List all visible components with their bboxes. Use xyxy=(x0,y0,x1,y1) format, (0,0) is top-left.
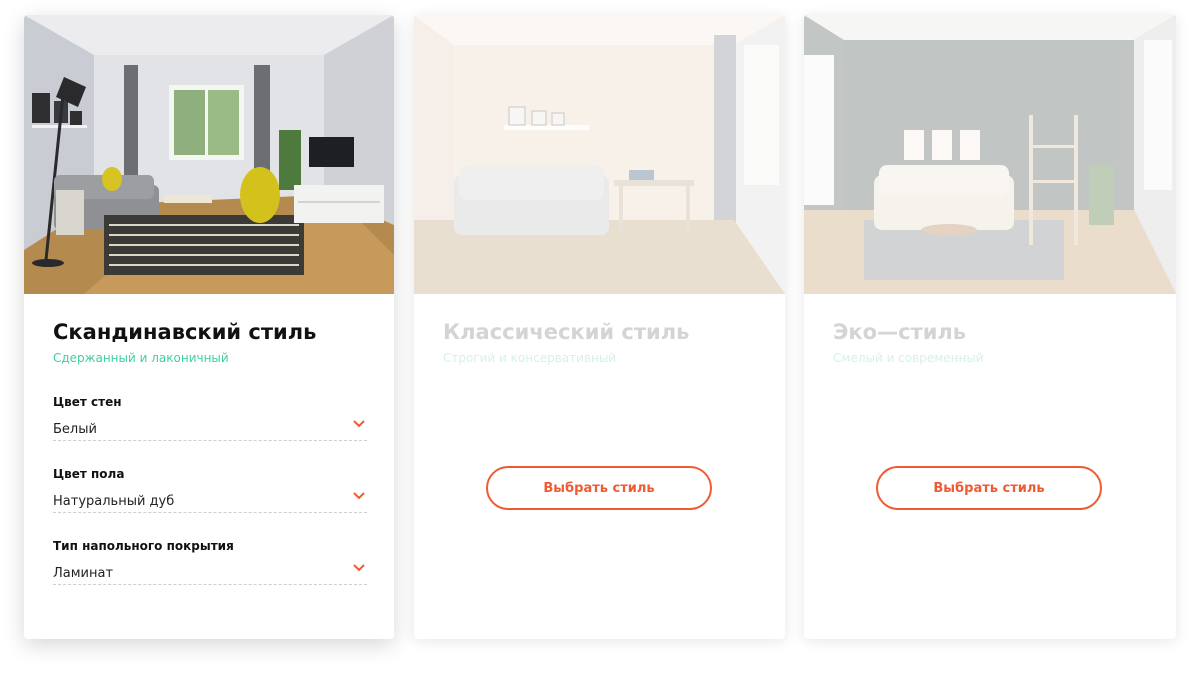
floor-color-label: Цвет пола xyxy=(53,467,125,481)
scandinavian-room-photo xyxy=(24,15,394,294)
chevron-down-icon xyxy=(353,492,365,500)
select-style-button[interactable]: Выбрать стиль xyxy=(486,466,712,510)
chevron-down-icon xyxy=(353,420,365,428)
classic-room-photo xyxy=(414,15,785,294)
wall-color-select[interactable]: Белый xyxy=(53,418,367,441)
wall-color-field: Цвет стен Белый xyxy=(53,395,367,441)
floor-covering-field: Тип напольного покрытия Ламинат xyxy=(53,539,367,585)
floor-covering-label: Тип напольного покрытия xyxy=(53,539,234,553)
style-subtitle: Смелый и современный xyxy=(833,351,984,365)
style-card-classic[interactable]: Классический стиль Строгий и консерватив… xyxy=(414,15,785,639)
wall-color-label: Цвет стен xyxy=(53,395,122,409)
chevron-down-icon xyxy=(353,564,365,572)
eco-room-photo xyxy=(804,15,1176,294)
select-style-button[interactable]: Выбрать стиль xyxy=(876,466,1102,510)
floor-covering-value: Ламинат xyxy=(53,566,114,581)
floor-color-select[interactable]: Натуральный дуб xyxy=(53,490,367,513)
floor-color-value: Натуральный дуб xyxy=(53,494,175,509)
style-subtitle: Сдержанный и лаконичный xyxy=(53,351,229,365)
wall-color-value: Белый xyxy=(53,422,97,437)
style-title: Эко—стиль xyxy=(833,320,967,344)
style-title: Классический стиль xyxy=(443,320,690,344)
style-card-eco[interactable]: Эко—стиль Смелый и современный Выбрать с… xyxy=(804,15,1176,639)
floor-color-field: Цвет пола Натуральный дуб xyxy=(53,467,367,513)
floor-covering-select[interactable]: Ламинат xyxy=(53,562,367,585)
style-subtitle: Строгий и консервативный xyxy=(443,351,617,365)
style-card-scandinavian: Скандинавский стиль Сдержанный и лаконич… xyxy=(24,15,394,639)
style-title: Скандинавский стиль xyxy=(53,320,317,344)
